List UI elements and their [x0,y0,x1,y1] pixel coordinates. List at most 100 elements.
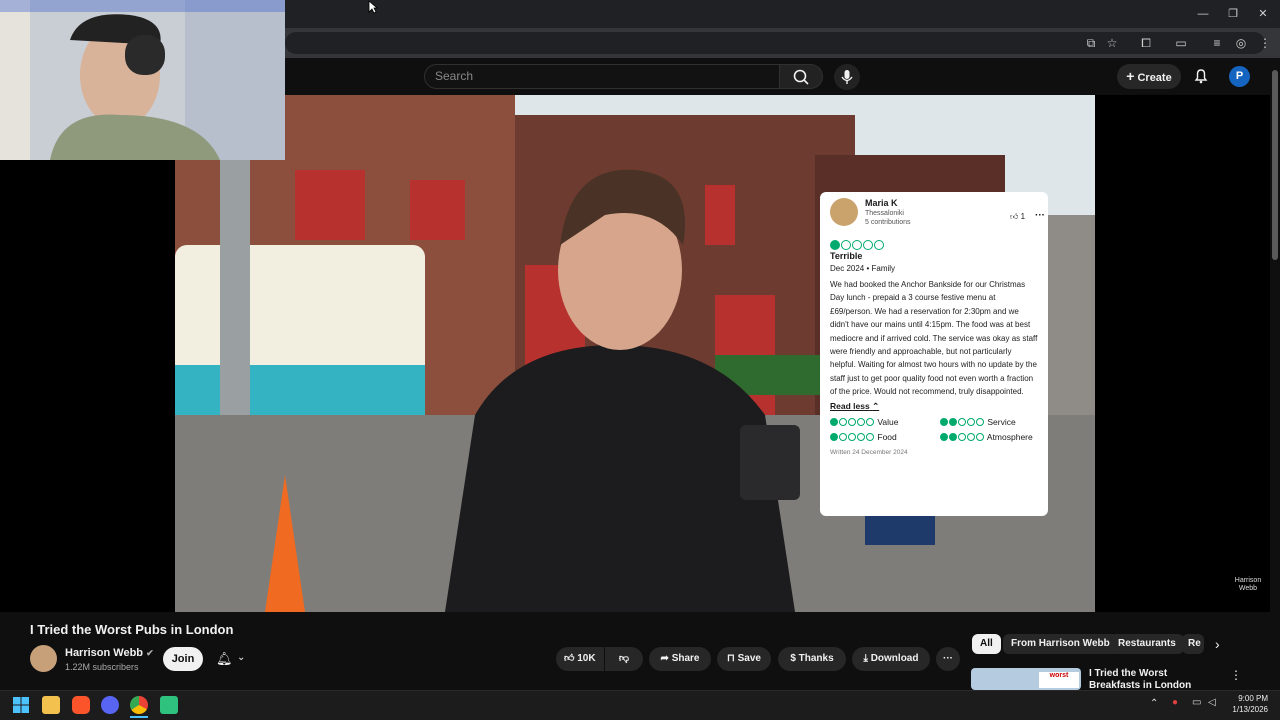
chip-more[interactable]: Re [1182,634,1204,654]
channel-avatar[interactable] [30,645,57,672]
rating-bubble [830,433,838,442]
read-less-link[interactable]: Read less ⌃ [830,401,1038,412]
chevron-right-icon[interactable]: › [1215,636,1220,652]
cast-icon[interactable]: ▭ [1172,34,1190,52]
save-button[interactable]: ⊓ Save [717,647,771,671]
rating-bubble [940,433,948,442]
microphone-icon[interactable]: ● [1172,697,1178,708]
more-horizontal-icon: ··· [943,653,953,664]
rating-bubble [857,418,865,427]
thanks-button[interactable]: $ Thanks [778,647,846,671]
sub-rating-label: Food [877,431,897,442]
review-card: Maria K Thessaloniki 5 contributions 👍︎ … [820,192,1048,516]
rating-bubble [958,418,966,427]
microphone-icon [841,70,853,84]
browser-menu-icon[interactable]: ⋮ [1256,34,1274,52]
sub-rating-label: Atmosphere [986,431,1033,442]
profile-icon[interactable]: ◎ [1232,34,1250,52]
subscriber-count: 1.22M subscribers [65,662,139,672]
rating-bubble [852,239,862,250]
review-date-type: Dec 2024 • Family [830,264,896,273]
dislike-button[interactable]: 👎︎ [605,647,643,671]
active-app-indicator [130,716,148,718]
create-button[interactable]: + Create [1117,64,1181,89]
chevron-up-icon: ⌃ [872,400,880,411]
tray-chevron-up-icon[interactable]: ⌃ [1150,698,1158,709]
rating-bubble [976,433,984,442]
network-icon[interactable]: ▭ [1192,697,1201,708]
mouse-cursor-icon [368,0,379,14]
notifications-button[interactable] [1191,66,1211,86]
related-menu-icon[interactable]: ⋮ [1230,668,1242,682]
channel-watermark-text: Harrison Webb [1234,577,1262,592]
rating-bubble [830,239,840,250]
download-button[interactable]: ⤓ Download [852,647,930,671]
media-controls-icon[interactable]: ≡ [1208,34,1226,52]
video-title: I Tried the Worst Pubs in London [30,622,234,637]
rating-bubble [863,239,873,250]
extensions-icon[interactable]: ⧠ [1137,34,1155,52]
download-icon: ⤓ [863,653,868,664]
search-button[interactable] [780,64,823,89]
more-options-icon[interactable]: ··· [1035,210,1045,221]
like-button[interactable]: 👍︎ 10K [556,647,604,671]
rating-bubble [830,418,838,427]
clock-time[interactable]: 9:00 PM [1208,694,1268,703]
clock-date[interactable]: 1/13/2026 [1208,705,1268,714]
rating-bubble [866,433,874,442]
scrollbar-thumb[interactable] [1272,70,1278,260]
search-icon [793,69,809,85]
helpful-count: 1 [1020,212,1026,221]
chip-from-channel[interactable]: From Harrison Webb [1003,634,1118,654]
rating-bubble [949,433,957,442]
related-title[interactable]: I Tried the Worst Breakfasts in London [1089,668,1219,690]
related-thumbnail[interactable]: worst [971,668,1081,690]
brave-browser-icon[interactable] [72,696,90,714]
file-explorer-icon[interactable] [42,696,60,714]
reviewer-contributions: 5 contributions [865,219,911,226]
rating-bubble [841,239,851,250]
thanks-label: Thanks [798,653,834,664]
sub-rating-label: Value [877,416,899,427]
bookmark-star-icon[interactable]: ☆ [1103,34,1121,52]
app-icon[interactable] [160,696,178,714]
rating-bubble [839,418,847,427]
rating-bubble [940,418,948,427]
install-app-icon[interactable]: ⧉ [1082,34,1100,52]
close-icon[interactable]: ✕ [1250,5,1276,23]
share-button[interactable]: ➦ Share [649,647,711,671]
sub-ratings: Value Service Food Atmosphere [830,417,1038,442]
search-input[interactable]: Search [424,64,780,89]
written-date: Written 24 December 2024 [830,448,908,456]
thumbs-up-icon: 👍︎ [1010,212,1019,221]
minimize-icon[interactable]: — [1190,5,1216,23]
bell-icon: 🔔︎ [216,651,233,666]
voice-search-button[interactable] [834,64,860,90]
chrome-icon[interactable] [130,696,148,714]
chip-all[interactable]: All [972,634,1001,654]
rating-bubble [976,418,984,427]
reviewer-location: Thessaloniki [865,210,904,217]
join-button[interactable]: Join [163,647,203,671]
rating-label: Terrible [830,251,863,261]
helpful-vote[interactable]: 👍︎ 1 [1010,212,1025,222]
webcam-overlay [0,0,285,160]
rating-bubble [874,239,884,250]
webcam-image [0,0,285,160]
rating-bubble [857,433,865,442]
read-less-label: Read less [830,400,870,411]
sub-rating: Food [830,432,940,442]
account-avatar[interactable]: P [1229,66,1250,87]
reviewer-avatar [830,198,858,226]
notification-bell-button[interactable]: 🔔︎ ⌄ [210,647,254,671]
restore-icon[interactable]: ❐ [1220,5,1246,23]
windows-taskbar [0,690,1280,720]
rating-bubble [949,418,957,427]
chip-restaurants[interactable]: Restaurants [1110,634,1184,654]
super-thanks-icon: $ [790,653,796,664]
more-actions-button[interactable]: ··· [936,647,960,671]
windows-start-icon[interactable] [12,696,30,714]
thumbs-up-icon: 👍︎ [564,653,575,664]
discord-icon[interactable] [101,696,119,714]
channel-name[interactable]: Harrison Webb ✔ [65,647,154,659]
